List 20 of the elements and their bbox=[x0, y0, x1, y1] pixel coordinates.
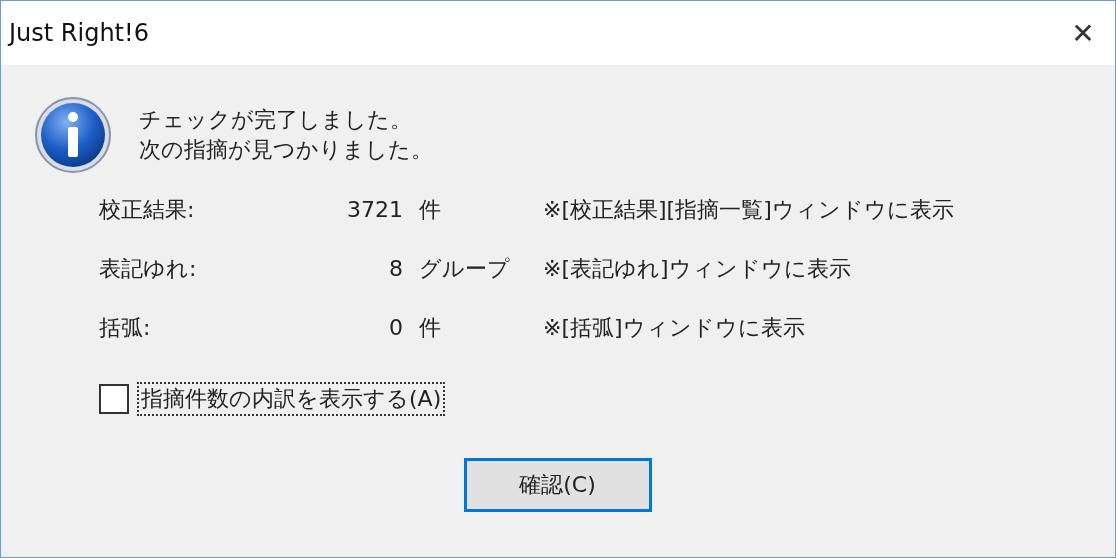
result-unit: 件 bbox=[419, 314, 442, 342]
message-text: チェックが完了しました。 bbox=[139, 106, 413, 134]
result-count: 0 bbox=[388, 314, 404, 342]
result-unit: グループ bbox=[419, 255, 511, 283]
info-icon bbox=[33, 95, 113, 175]
checkbox-label[interactable]: 指摘件数の内訳を表示する(A) bbox=[137, 382, 446, 416]
message-text: 次の指摘が見つかりました。 bbox=[139, 136, 433, 164]
result-note: ※[表記ゆれ]ウィンドウに表示 bbox=[543, 255, 852, 283]
result-label: 括弧: bbox=[99, 314, 152, 342]
close-button[interactable]: ✕ bbox=[1051, 1, 1115, 65]
result-note: ※[校正結果][指摘一覧]ウィンドウに表示 bbox=[543, 196, 955, 224]
result-label: 表記ゆれ: bbox=[99, 255, 198, 283]
checkbox[interactable] bbox=[99, 384, 129, 414]
window-title: Just Right!6 bbox=[6, 19, 149, 47]
result-label: 校正結果: bbox=[99, 196, 196, 224]
result-note: ※[括弧]ウィンドウに表示 bbox=[543, 314, 806, 342]
confirm-button[interactable]: 確認(C) bbox=[463, 458, 652, 512]
result-count: 3721 bbox=[346, 196, 404, 224]
result-unit: 件 bbox=[419, 196, 442, 224]
result-count: 8 bbox=[388, 255, 404, 283]
